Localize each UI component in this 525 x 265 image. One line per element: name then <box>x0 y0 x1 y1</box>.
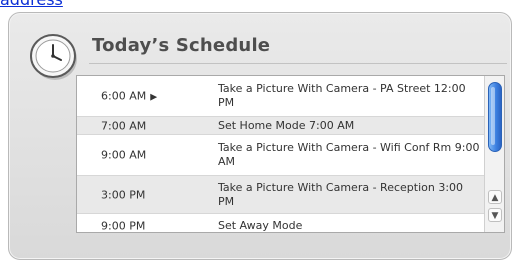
scrollbar-thumb[interactable] <box>488 82 502 152</box>
schedule-time: 7:00 AM <box>101 119 147 132</box>
schedule-time: 6:00 AM <box>101 89 147 103</box>
todays-schedule-widget: Today’s Schedule 6:00 AM ▶ Take a Picture… <box>8 12 512 260</box>
widget-title: Today’s Schedule <box>92 35 271 56</box>
scroll-down-arrow-icon[interactable]: ▼ <box>488 208 502 222</box>
schedule-row[interactable]: 9:00 PM Set Away Mode <box>77 214 484 233</box>
schedule-time: 9:00 AM <box>101 148 147 162</box>
schedule-event: Take a Picture With Camera - Wifi Conf R… <box>218 141 480 168</box>
schedule-scrollbar[interactable]: ▲ ▼ <box>484 76 504 232</box>
title-divider <box>89 63 507 64</box>
schedule-row[interactable]: 9:00 AM Take a Picture With Camera - Wif… <box>77 135 484 176</box>
schedule-rows: 6:00 AM ▶ Take a Picture With Camera - PA… <box>77 76 484 233</box>
schedule-time: 9:00 PM <box>101 219 146 232</box>
schedule-event: Set Home Mode 7:00 AM <box>218 118 355 132</box>
clock-icon <box>30 34 77 80</box>
schedule-row[interactable]: 3:00 PM Take a Picture With Camera - Rec… <box>77 176 484 214</box>
current-item-arrow-icon: ▶ <box>150 92 158 103</box>
schedule-time: 3:00 PM <box>101 188 146 201</box>
schedule-event: Take a Picture With Camera - PA Street 1… <box>218 82 466 109</box>
address-link[interactable]: address <box>0 0 63 8</box>
schedule-row[interactable]: 6:00 AM ▶ Take a Picture With Camera - PA… <box>77 76 484 117</box>
schedule-event: Take a Picture With Camera - Reception 3… <box>218 180 464 208</box>
scroll-up-arrow-icon[interactable]: ▲ <box>488 190 502 204</box>
schedule-row[interactable]: 7:00 AM Set Home Mode 7:00 AM <box>77 117 484 135</box>
schedule-event: Set Away Mode <box>218 218 303 232</box>
schedule-list: 6:00 AM ▶ Take a Picture With Camera - PA… <box>76 75 505 233</box>
